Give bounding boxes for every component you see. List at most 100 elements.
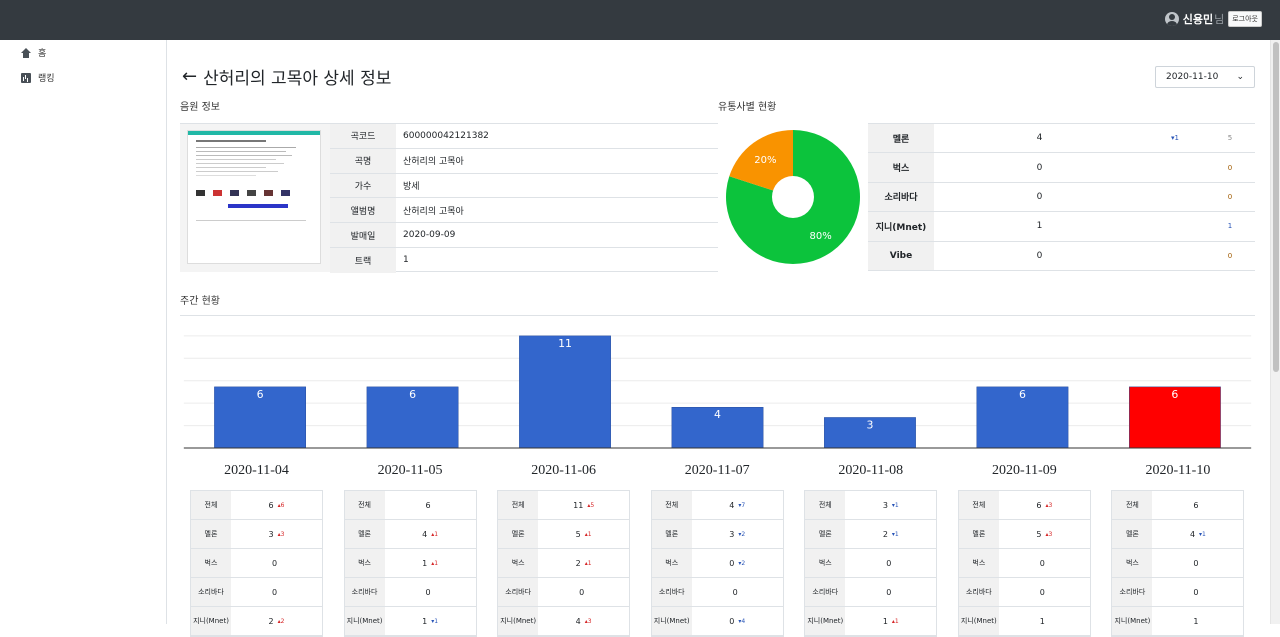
sidebar-item-ranking[interactable]: 랭킹 xyxy=(21,71,55,84)
day-date-label: 2020-11-08 xyxy=(838,463,904,478)
day-stats-table: 전체 3 ▾1 멜론 2 ▾1 벅스 0 소리바다 0 지니(Mnet) 1 ▴1 xyxy=(804,490,938,637)
info-value: 1 xyxy=(403,255,409,266)
day-stats-row: 전체 6 ▴3 xyxy=(958,491,1090,520)
album-thumbnail[interactable] xyxy=(180,124,330,272)
distributor-name: 멜론 xyxy=(868,124,934,153)
day-stats-label: 멜론 xyxy=(191,520,231,548)
logout-button[interactable]: 로그아웃 xyxy=(1228,11,1262,27)
day-stats-row: 지니(Mnet) 2 ▴2 xyxy=(191,607,322,636)
info-row: 발매일 2020-09-09 xyxy=(330,223,718,248)
day-stats-value: 4 xyxy=(422,529,428,539)
day-stats-value: 2 xyxy=(575,558,581,568)
weekly-bar-chart: 6 6 11 4 3 6 6 xyxy=(180,315,1255,449)
info-label: 앨범명 xyxy=(330,198,396,223)
day-stats-change: ▴3 xyxy=(1045,501,1053,509)
info-value: 산허리의 고목아 xyxy=(403,206,464,217)
day-stats-value: 0 xyxy=(729,616,735,626)
day-stats-value: 4 xyxy=(729,500,735,510)
day-stats-row: 벅스 0 xyxy=(805,549,937,578)
chart-icon xyxy=(21,72,31,83)
day-stats-value-cell: 4 ▴1 xyxy=(385,520,476,548)
weekly-section-title: 주간 현황 xyxy=(180,296,220,307)
day-stats-value: 0 xyxy=(1039,558,1045,568)
day-stats-label: 벅스 xyxy=(191,549,231,577)
day-stats-label: 멜론 xyxy=(344,520,385,548)
bar-value-label: 6 xyxy=(1171,388,1178,401)
day-stats-change: ▴3 xyxy=(1045,530,1053,538)
day-stats-value-cell: 6 ▴6 xyxy=(231,491,322,519)
day-stats-label: 지니(Mnet) xyxy=(498,607,539,635)
info-label: 가수 xyxy=(330,173,396,198)
chart-bar[interactable] xyxy=(519,335,611,449)
bar-value-label: 6 xyxy=(257,388,264,401)
day-stats-value-cell: 2 ▾1 xyxy=(845,520,936,548)
day-stats-row: 멜론 4 ▴1 xyxy=(344,520,476,549)
day-stats-change: ▾2 xyxy=(738,530,746,538)
user-suffix: 님 xyxy=(1214,13,1225,26)
day-stats-label: 전체 xyxy=(651,491,692,519)
day-date-label: 2020-11-07 xyxy=(684,463,750,478)
distributor-prev: 0 xyxy=(1227,192,1233,201)
day-stats-label: 벅스 xyxy=(344,549,385,577)
distribution-section-title: 유통사별 현황 xyxy=(718,102,777,113)
day-stats-value-cell: 0 xyxy=(845,578,936,606)
bar-value-label: 6 xyxy=(409,388,416,401)
distribution-row: 지니(Mnet) 1 1 xyxy=(868,212,1255,242)
day-stats-value-cell: 2 ▴2 xyxy=(231,607,322,635)
day-stats-value-cell: 1 ▾1 xyxy=(385,607,476,635)
day-stats-row: 지니(Mnet) 0 ▾4 xyxy=(651,607,783,636)
day-stats-change: ▴3 xyxy=(584,617,592,625)
day-stats-value: 0 xyxy=(1193,558,1199,568)
distributor-value: 1 xyxy=(1036,221,1043,232)
date-select[interactable]: 2020-11-10 ⌄ xyxy=(1155,66,1255,88)
day-stats-value-cell: 0 xyxy=(231,549,322,577)
day-stats-value: 4 xyxy=(575,616,581,626)
day-stats-table: 전체 6 ▴6 멜론 3 ▴3 벅스 0 소리바다 0 지니(Mnet) 2 ▴2 xyxy=(190,490,323,637)
day-stats-value-cell: 4 ▾1 xyxy=(1152,520,1243,548)
day-stats-change: ▾1 xyxy=(891,501,899,509)
pie-slice-label: 20% xyxy=(754,155,776,166)
distributor-prev: 0 xyxy=(1227,163,1233,172)
day-stats-value-cell: 5 ▴1 xyxy=(538,520,629,548)
sidebar-item-home[interactable]: 홈 xyxy=(21,46,46,59)
distribution-row: 소리바다 0 0 xyxy=(868,182,1255,213)
day-stats-row: 지니(Mnet) 1 xyxy=(1112,607,1244,636)
bar-value-label: 3 xyxy=(866,418,873,431)
day-stats-value: 0 xyxy=(886,558,892,568)
pie-hole xyxy=(772,176,814,218)
info-row: 곡코드 600000042121382 xyxy=(330,124,718,149)
day-stats-change: ▴1 xyxy=(431,530,439,538)
day-stats-value-cell: 0 ▾2 xyxy=(692,549,783,577)
distributor-prev: 1 xyxy=(1227,222,1233,231)
day-stats-value: 6 xyxy=(425,500,431,510)
day-stats-value: 3 xyxy=(729,529,735,539)
info-row: 가수 방세 xyxy=(330,173,718,199)
day-stats-value: 1 xyxy=(422,558,428,568)
day-stats-value: 1 xyxy=(422,616,428,626)
info-label: 곡코드 xyxy=(330,124,396,148)
day-stats-label: 벅스 xyxy=(805,549,846,577)
distributor-change: ▾1 xyxy=(1171,134,1179,143)
day-date-label: 2020-11-09 xyxy=(991,463,1057,478)
day-stats-row: 벅스 0 xyxy=(191,549,322,578)
day-stats-value: 6 xyxy=(1036,500,1042,510)
day-stats-value: 0 xyxy=(1039,587,1045,597)
day-stats-row: 벅스 0 xyxy=(1112,549,1244,578)
user-menu: 신용민 님 로그아웃 xyxy=(1164,11,1262,27)
day-stats-change: ▴3 xyxy=(277,530,285,538)
top-navbar: 신용민 님 로그아웃 xyxy=(0,0,1280,40)
day-stats-label: 지니(Mnet) xyxy=(1112,607,1153,635)
back-arrow-icon[interactable]: ← xyxy=(182,66,197,87)
day-stats-label: 지니(Mnet) xyxy=(191,607,231,635)
day-stats-label: 소리바다 xyxy=(651,578,692,606)
date-select-value: 2020-11-10 xyxy=(1166,72,1219,82)
page-scrollbar[interactable] xyxy=(1270,40,1280,624)
day-stats-value: 6 xyxy=(1193,500,1199,510)
day-stats-row: 지니(Mnet) 4 ▴3 xyxy=(498,607,630,636)
song-info-rows: 곡코드 600000042121382 곡명 산허리의 고목아 가수 방세 앨범명 산허… xyxy=(330,124,718,273)
day-stats-value: 1 xyxy=(882,616,888,626)
bar-value-label: 11 xyxy=(558,337,572,350)
user-avatar-icon xyxy=(1164,12,1179,26)
day-stats-row: 소리바다 0 xyxy=(191,578,322,607)
scroll-thumb[interactable] xyxy=(1273,42,1279,372)
